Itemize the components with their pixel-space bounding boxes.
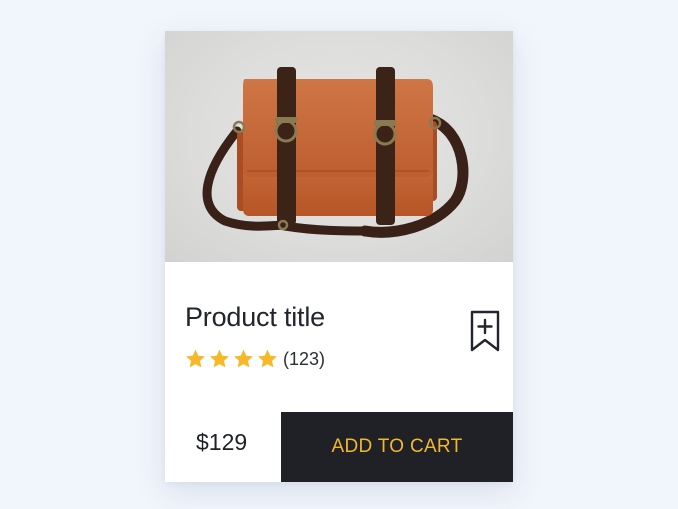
add-to-cart-button[interactable]: ADD TO CART <box>281 412 513 482</box>
star-icon <box>210 349 229 368</box>
product-title: Product title <box>185 302 325 332</box>
star-icon <box>234 349 253 368</box>
star-icon <box>258 349 277 368</box>
bookmark-add-icon[interactable] <box>468 309 502 353</box>
product-image <box>165 31 513 262</box>
product-price: $129 <box>196 429 248 455</box>
messenger-bag-image <box>202 67 469 238</box>
rating-stars <box>184 348 279 370</box>
star-icon <box>186 349 205 368</box>
product-card: Product title (123) $129 ADD TO CART <box>165 31 513 482</box>
product-rating: (123) <box>184 347 325 371</box>
review-count[interactable]: (123) <box>283 349 325 370</box>
